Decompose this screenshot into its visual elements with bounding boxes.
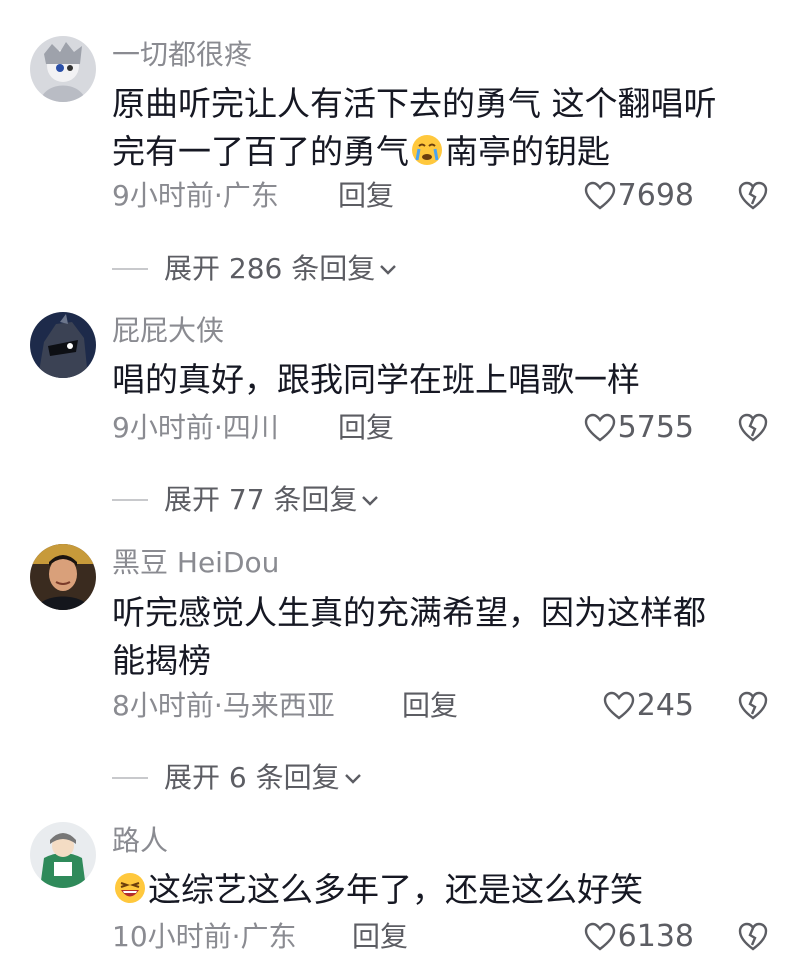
reply-button[interactable]: 回复	[352, 920, 408, 954]
like-count: 6138	[617, 919, 694, 954]
comment-text: 这综艺这么多年了，还是这么好笑	[112, 866, 772, 914]
like-button[interactable]: 5755	[584, 411, 694, 445]
comment-text-line: 完有一了百了的勇气 南亭的钥匙	[112, 128, 772, 176]
avatar[interactable]	[30, 822, 96, 888]
avatar[interactable]	[30, 312, 96, 378]
comment-username[interactable]: 黑豆 HeiDou	[112, 546, 279, 580]
chevron-down-icon	[344, 774, 361, 784]
avatar[interactable]	[30, 544, 96, 610]
comment-text-line: 听完感觉人生真的充满希望，因为这样都	[112, 593, 706, 632]
laughing-face-emoji-icon	[113, 871, 147, 905]
comment-time-location: 10小时前·广东	[112, 920, 297, 953]
heart-outline-icon	[584, 181, 615, 210]
expand-replies-button[interactable]: 展开 77 条回复	[112, 483, 379, 517]
comment-text-line: 这综艺这么多年了，还是这么好笑	[112, 866, 772, 914]
comment-text-segment: 南亭的钥匙	[445, 132, 610, 171]
chevron-down-icon	[380, 265, 397, 275]
reply-button[interactable]: 回复	[402, 689, 458, 723]
comment-username[interactable]: 路人	[112, 824, 168, 858]
avatar-image	[30, 822, 96, 888]
avatar-image	[30, 312, 96, 378]
expand-replies-label: 展开 6 条回复	[164, 761, 340, 794]
heart-outline-icon	[603, 691, 634, 720]
comment-text: 唱的真好，跟我同学在班上唱歌一样	[112, 356, 772, 404]
dislike-button[interactable]	[737, 921, 769, 953]
comment-username[interactable]: 一切都很疼	[112, 38, 252, 72]
like-count: 5755	[617, 410, 694, 445]
expand-replies-button[interactable]: 展开 286 条回复	[112, 252, 397, 286]
comment-time-location: 9小时前·广东	[112, 179, 279, 212]
comment-text-segment: 完有一了百了的勇气	[112, 132, 409, 171]
like-count: 7698	[617, 178, 694, 213]
like-button[interactable]: 7698	[584, 179, 694, 213]
reply-button[interactable]: 回复	[338, 179, 394, 213]
avatar[interactable]	[30, 36, 96, 102]
comment-text-line: 能揭榜	[112, 641, 211, 680]
comment-time-location: 9小时前·四川	[112, 411, 279, 444]
heart-outline-icon	[584, 922, 615, 951]
dislike-button[interactable]	[737, 180, 769, 212]
avatar-image	[30, 544, 96, 610]
expand-replies-button[interactable]: 展开 6 条回复	[112, 761, 362, 795]
comment-username[interactable]: 屁屁大侠	[112, 314, 224, 348]
broken-heart-icon	[738, 413, 768, 442]
divider-line	[112, 268, 148, 270]
broken-heart-icon	[738, 922, 768, 951]
dislike-button[interactable]	[737, 690, 769, 722]
comment-text-line: 原曲听完让人有活下去的勇气 这个翻唱听	[112, 84, 717, 123]
divider-line	[112, 777, 148, 779]
crying-face-emoji-icon	[410, 133, 444, 167]
divider-line	[112, 499, 148, 501]
expand-replies-label: 展开 77 条回复	[164, 483, 358, 516]
dislike-button[interactable]	[737, 412, 769, 444]
comment-text: 原曲听完让人有活下去的勇气 这个翻唱听 完有一了百了的勇气 南亭的钥匙	[112, 80, 772, 176]
comment-text-segment: 这综艺这么多年了，还是这么好笑	[148, 870, 643, 909]
like-button[interactable]: 245	[603, 689, 694, 723]
reply-button[interactable]: 回复	[338, 411, 394, 445]
avatar-image	[30, 36, 96, 102]
comment-text: 听完感觉人生真的充满希望，因为这样都 能揭榜	[112, 589, 772, 685]
broken-heart-icon	[738, 691, 768, 720]
comment-text-line: 唱的真好，跟我同学在班上唱歌一样	[112, 360, 640, 399]
heart-outline-icon	[584, 413, 615, 442]
broken-heart-icon	[738, 181, 768, 210]
like-count: 245	[636, 688, 694, 723]
expand-replies-label: 展开 286 条回复	[164, 252, 376, 285]
chevron-down-icon	[362, 496, 379, 506]
like-button[interactable]: 6138	[584, 920, 694, 954]
comment-time-location: 8小时前·马来西亚	[112, 689, 335, 722]
